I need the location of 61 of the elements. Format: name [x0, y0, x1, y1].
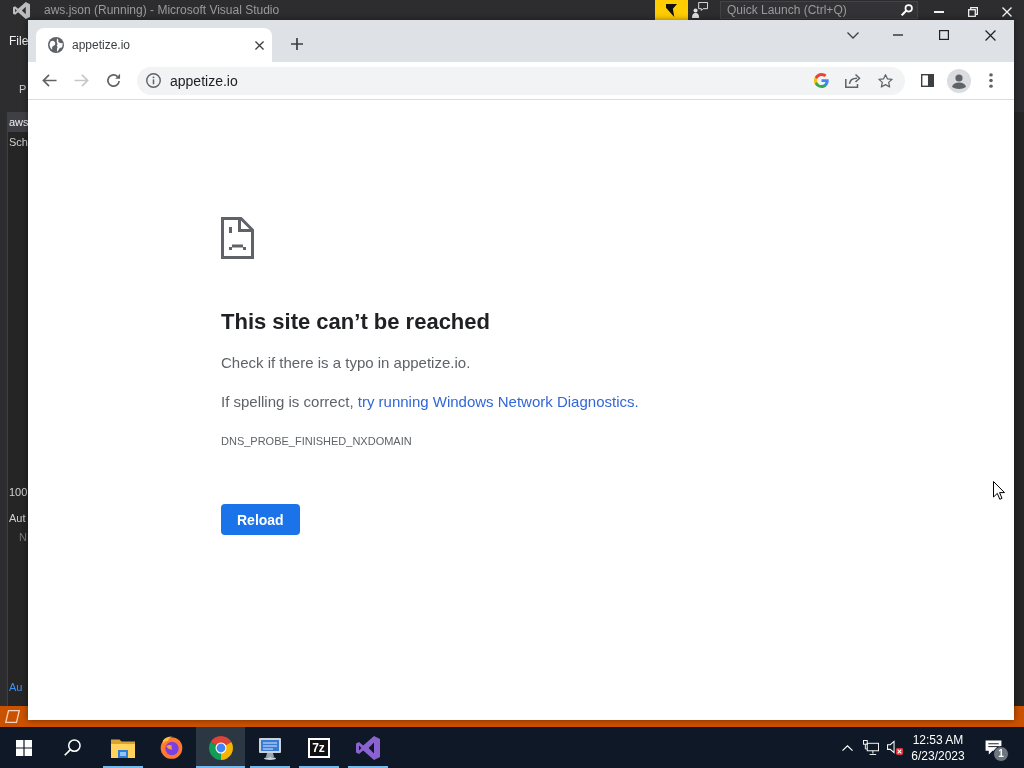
quick-launch-field[interactable]: Quick Launch (Ctrl+Q) — [727, 3, 901, 17]
notification-count-badge: 1 — [993, 746, 1009, 762]
maximize-icon[interactable] — [939, 30, 949, 40]
clock-date[interactable]: 6/23/2023 — [911, 747, 965, 764]
restore-icon[interactable] — [968, 7, 978, 17]
zoom-level[interactable]: 100 — [9, 485, 28, 499]
mouse-pointer-icon — [993, 481, 1005, 500]
document-tab[interactable]: P — [19, 82, 27, 96]
google-logo-icon[interactable] — [813, 73, 829, 88]
panel-title: Aut — [9, 511, 26, 525]
back-arrow-icon[interactable] — [41, 74, 57, 87]
flag-icon — [666, 3, 677, 17]
avatar-icon[interactable] — [947, 68, 971, 93]
share-icon[interactable] — [845, 73, 861, 88]
taskbar-app-button[interactable] — [196, 727, 245, 768]
ide-logo-icon — [13, 2, 30, 19]
panel-text: N — [19, 530, 27, 544]
info-icon[interactable] — [146, 73, 161, 88]
address-field[interactable]: appetize.io — [170, 72, 805, 89]
search-icon[interactable] — [63, 739, 81, 756]
panel-tab[interactable]: aws — [8, 112, 28, 132]
clock-time[interactable]: 12:53 AM — [912, 731, 964, 748]
close-icon[interactable] — [984, 29, 996, 41]
panel-tab[interactable]: Au — [8, 678, 26, 696]
error-heading: This site can’t be reached — [221, 308, 490, 336]
network-icon[interactable] — [863, 740, 879, 755]
chevron-down-icon[interactable] — [847, 31, 859, 39]
fox-globe-icon — [160, 736, 183, 759]
tab-title: appetize.io — [72, 38, 131, 52]
close-icon[interactable] — [254, 40, 264, 50]
diagnostics-link[interactable]: try running Windows Network Diagnostics. — [357, 393, 639, 410]
ribbon-logo-icon — [355, 735, 380, 760]
folder-icon — [110, 737, 135, 758]
star-icon[interactable] — [877, 73, 893, 88]
speaker-muted-icon[interactable] — [887, 740, 903, 755]
globe-icon — [48, 37, 64, 53]
flag-button[interactable] — [655, 0, 688, 20]
address-bar[interactable]: appetize.io — [137, 66, 905, 95]
search-icon[interactable] — [901, 4, 913, 16]
taskbar-app-button[interactable]: 7z — [294, 727, 343, 768]
square-outline-icon — [5, 710, 20, 723]
error-suggestion: If spelling is correct, try running Windows Network Diagnostics. — [221, 392, 639, 412]
plus-icon[interactable] — [291, 38, 303, 50]
quick-launch-box[interactable]: Quick Launch (Ctrl+Q) — [720, 1, 918, 19]
browser-tab[interactable]: appetize.io — [36, 28, 272, 62]
reload-icon[interactable] — [105, 73, 121, 88]
app-logo-tile: 7z — [307, 737, 330, 758]
ring-browser-icon — [208, 735, 233, 760]
side-panel-icon[interactable] — [920, 74, 934, 87]
ide-window-title: aws.json (Running) - Microsoft Visual Studio — [44, 3, 280, 17]
error-code: DNS_PROBE_FINISHED_NXDOMAIN — [221, 434, 412, 448]
chevron-up-icon[interactable] — [841, 744, 853, 751]
windows-logo-icon[interactable] — [16, 739, 32, 756]
sad-document-icon — [221, 217, 254, 259]
monitor-icon — [257, 735, 282, 760]
menu-item[interactable]: File — [9, 34, 29, 48]
error-hint: Check if there is a typo in appetize.io. — [221, 353, 471, 373]
reload-button[interactable]: Reload — [221, 504, 300, 535]
menu-icon[interactable] — [989, 73, 993, 88]
feedback-icon[interactable] — [692, 2, 708, 18]
panel-text: Sch — [9, 135, 28, 149]
